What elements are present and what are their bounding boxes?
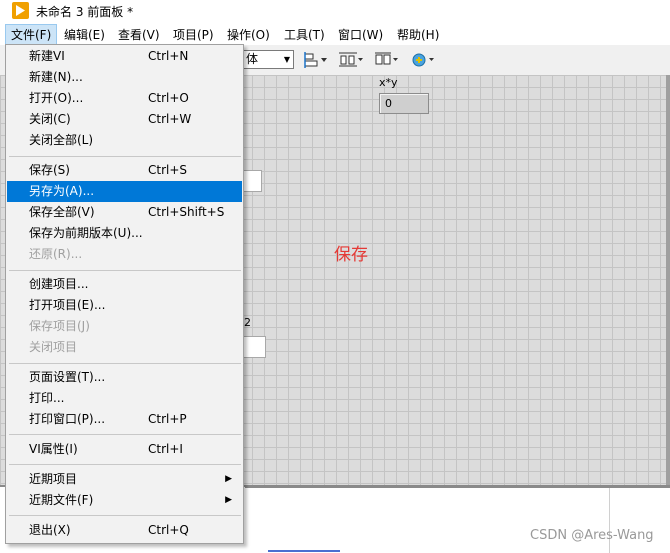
menu-item-save-project: 保存项目(J) <box>7 316 242 337</box>
menu-item-label: 保存项目(J) <box>29 319 90 333</box>
distribute-objects-icon <box>339 52 363 67</box>
menu-item-open[interactable]: 打开(O)... Ctrl+O <box>7 88 242 109</box>
font-select-value: 体 <box>246 52 259 66</box>
indicator-label: x*y <box>379 76 398 89</box>
menu-item-shortcut: Ctrl+Shift+S <box>148 205 225 219</box>
menu-item-label: 关闭全部(L) <box>29 133 94 147</box>
menu-item-shortcut: Ctrl+P <box>148 412 187 426</box>
menu-help[interactable]: 帮助(H) <box>392 25 444 45</box>
canvas-scroll-edge <box>666 75 670 487</box>
menu-item-label: 打印窗口(P)... <box>29 412 106 426</box>
dropdown-arrow-icon: ▼ <box>283 55 290 64</box>
menu-separator <box>9 156 241 157</box>
menu-file[interactable]: 文件(F) <box>4 24 58 46</box>
menu-item-label: 另存为(A)... <box>29 184 95 198</box>
menu-item-shortcut: Ctrl+Q <box>148 523 189 537</box>
menu-item-shortcut: Ctrl+W <box>148 112 192 126</box>
menu-separator <box>9 270 241 271</box>
menu-view[interactable]: 查看(V) <box>113 25 165 45</box>
menu-item-revert: 还原(R)... <box>7 244 242 265</box>
menu-bar: 文件(F) 编辑(E) 查看(V) 项目(P) 操作(O) 工具(T) 窗口(W… <box>0 24 670 46</box>
menu-item-close-project: 关闭项目 <box>7 337 242 358</box>
menu-item-label: VI属性(I) <box>29 442 78 456</box>
resize-objects-icon <box>375 52 398 65</box>
menu-item-save-as[interactable]: 另存为(A)... <box>7 181 242 202</box>
menu-separator <box>9 515 241 516</box>
menu-item-save-all[interactable]: 保存全部(V) Ctrl+Shift+S <box>7 202 242 223</box>
numeric-indicator[interactable]: 0 <box>379 93 429 114</box>
menu-item-save-previous-version[interactable]: 保存为前期版本(U)... <box>7 223 242 244</box>
menu-project[interactable]: 项目(P) <box>168 25 219 45</box>
menu-item-shortcut: Ctrl+O <box>148 91 189 105</box>
title-bar: 未命名 3 前面板 * <box>0 0 670 24</box>
menu-item-label: 新建VI <box>29 49 65 63</box>
menu-item-shortcut: Ctrl+I <box>148 442 183 456</box>
window-title: 未命名 3 前面板 * <box>36 5 134 19</box>
menu-item-recent-files[interactable]: 近期文件(F) ▶ <box>7 490 242 511</box>
menu-item-vi-properties[interactable]: VI属性(I) Ctrl+I <box>7 439 242 460</box>
reorder-icon <box>412 53 434 67</box>
menu-item-label: 关闭项目 <box>29 340 78 354</box>
menu-item-label: 页面设置(T)... <box>29 370 106 384</box>
menu-item-close[interactable]: 关闭(C) Ctrl+W <box>7 109 242 130</box>
menu-tools[interactable]: 工具(T) <box>279 25 330 45</box>
align-objects-icon <box>304 52 327 68</box>
menu-item-new[interactable]: 新建(N)... <box>7 67 242 88</box>
submenu-arrow-icon: ▶ <box>225 495 232 505</box>
link-underline <box>268 550 340 552</box>
menu-item-print-window[interactable]: 打印窗口(P)... Ctrl+P <box>7 409 242 430</box>
menu-window[interactable]: 窗口(W) <box>333 25 388 45</box>
menu-item-recent-projects[interactable]: 近期项目 ▶ <box>7 469 242 490</box>
menu-item-save[interactable]: 保存(S) Ctrl+S <box>7 160 242 181</box>
menu-separator <box>9 434 241 435</box>
menu-item-label: 新建(N)... <box>29 70 83 84</box>
menu-separator <box>9 363 241 364</box>
indicator-value: 0 <box>385 97 392 110</box>
menu-item-label: 近期项目 <box>29 472 78 486</box>
numeric-control-x[interactable] <box>244 170 262 192</box>
file-menu-dropdown: 新建VI Ctrl+N 新建(N)... 打开(O)... Ctrl+O 关闭(… <box>5 44 244 544</box>
menu-item-label: 保存(S) <box>29 163 70 177</box>
menu-item-shortcut: Ctrl+S <box>148 163 188 177</box>
menu-item-label: 保存全部(V) <box>29 205 95 219</box>
menu-item-label: 保存为前期版本(U)... <box>29 226 143 240</box>
submenu-arrow-icon: ▶ <box>225 474 232 484</box>
menu-item-label: 关闭(C) <box>29 112 71 126</box>
menu-item-label: 创建项目... <box>29 277 89 291</box>
menu-item-label: 打开项目(E)... <box>29 298 106 312</box>
save-annotation: 保存 <box>334 245 368 265</box>
resize-objects-button[interactable] <box>374 51 400 69</box>
menu-item-page-setup[interactable]: 页面设置(T)... <box>7 367 242 388</box>
menu-item-create-project[interactable]: 创建项目... <box>7 274 242 295</box>
menu-item-close-all[interactable]: 关闭全部(L) <box>7 130 242 151</box>
font-select[interactable]: 体 ▼ <box>242 50 294 69</box>
menu-item-label: 打开(O)... <box>29 91 84 105</box>
menu-item-label: 还原(R)... <box>29 247 83 261</box>
reorder-button[interactable] <box>411 51 437 69</box>
watermark: CSDN @Ares-Wang <box>530 528 654 543</box>
menu-item-label: 近期文件(F) <box>29 493 94 507</box>
menu-item-label: 退出(X) <box>29 523 71 537</box>
numeric-control-y[interactable] <box>244 336 266 358</box>
distribute-objects-button[interactable] <box>338 51 364 69</box>
menu-edit[interactable]: 编辑(E) <box>59 25 110 45</box>
menu-item-new-vi[interactable]: 新建VI Ctrl+N <box>7 46 242 67</box>
control-y-label: 2 <box>244 316 251 329</box>
align-objects-button[interactable] <box>304 51 330 69</box>
menu-item-open-project[interactable]: 打开项目(E)... <box>7 295 242 316</box>
menu-separator <box>9 464 241 465</box>
menu-operate[interactable]: 操作(O) <box>222 25 275 45</box>
labview-app-icon <box>12 2 29 19</box>
menu-item-shortcut: Ctrl+N <box>148 49 189 63</box>
menu-item-print[interactable]: 打印... <box>7 388 242 409</box>
menu-item-exit[interactable]: 退出(X) Ctrl+Q <box>7 520 242 541</box>
menu-item-label: 打印... <box>29 391 65 405</box>
